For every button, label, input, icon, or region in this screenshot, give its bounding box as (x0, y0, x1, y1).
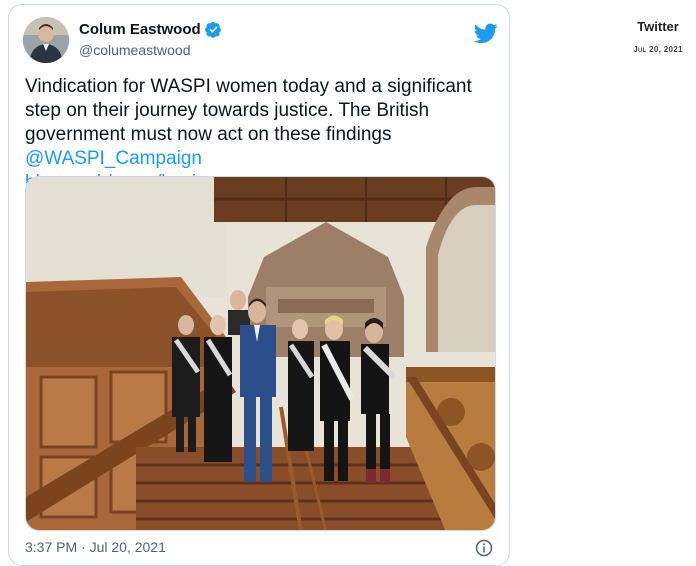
source-label: Twitter (637, 19, 679, 34)
twitter-bird-icon[interactable] (474, 21, 498, 45)
display-name[interactable]: Colum Eastwood (79, 21, 222, 38)
tweet-card[interactable]: Colum Eastwood @columeastwood Vindicatio… (8, 4, 510, 566)
info-icon[interactable] (475, 539, 493, 557)
verified-badge-icon (204, 21, 221, 38)
timestamp[interactable]: 3:37 PM · Jul 20, 2021 (25, 539, 166, 555)
handle[interactable]: @columeastwood (79, 42, 191, 58)
tweet-body: Vindication for WASPI women today and a … (25, 76, 472, 145)
display-name-text: Colum Eastwood (79, 21, 201, 38)
photo-image (26, 177, 495, 530)
mention-link[interactable]: @WASPI_Campaign (25, 148, 202, 169)
avatar[interactable] (23, 17, 69, 63)
source-date: Jul 20, 2021 (633, 45, 683, 54)
tweet-photo[interactable] (25, 176, 496, 531)
